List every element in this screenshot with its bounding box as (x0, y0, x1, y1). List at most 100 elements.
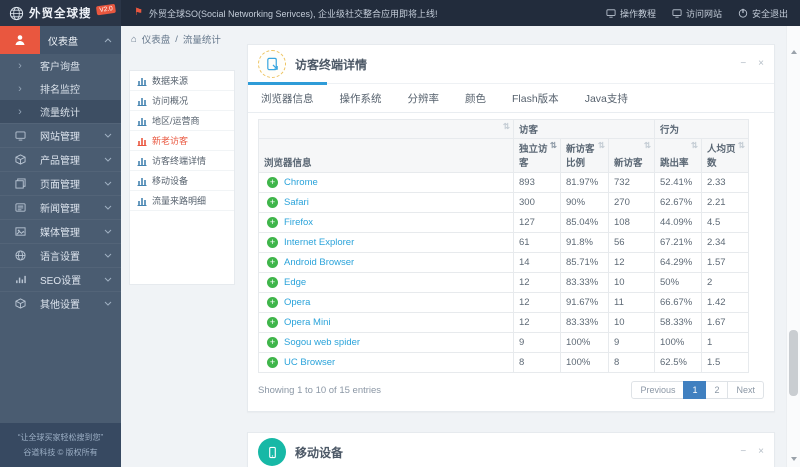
sidebar-item-product-mgmt[interactable]: 产品管理 (0, 147, 121, 171)
sidebar-item-other-settings[interactable]: 其他设置 (0, 291, 121, 315)
tab-browser-info[interactable]: 浏览器信息 (248, 82, 327, 112)
user-icon (15, 35, 25, 45)
browser-link[interactable]: Firefox (284, 217, 313, 228)
globe-logo-icon (9, 6, 24, 20)
sub-arrow-icon: › (18, 82, 22, 95)
report-menu-item-visit-overview[interactable]: 访问概况 (130, 91, 234, 111)
cell-unique-visitors: 8 (513, 352, 561, 373)
scrollbar-thumb[interactable] (789, 330, 798, 396)
report-menu-item-visitor-terminal[interactable]: 访客终端详情 (130, 151, 234, 171)
cell-new-visitor-ratio: 90% (560, 192, 609, 213)
expand-plus-icon[interactable]: + (267, 317, 278, 328)
column-header-new-visitors[interactable]: ⇅ 新访客 (607, 138, 656, 173)
expand-plus-icon[interactable]: + (267, 257, 278, 268)
group-header-row: ⇅ 访客 行为 (258, 119, 750, 139)
column-header-pages-per-visit[interactable]: ⇅ 人均页数 (701, 138, 750, 173)
cell-pages-per-visit: 2.34 (701, 232, 750, 253)
chevron-down-icon (104, 277, 112, 282)
pagination-next[interactable]: Next (727, 381, 764, 399)
cube-icon (14, 298, 26, 309)
bar-chart-icon (137, 177, 147, 186)
expand-plus-icon[interactable]: + (267, 197, 278, 208)
report-menu-item-mobile-devices[interactable]: 移动设备 (130, 171, 234, 191)
scroll-down-arrow-icon[interactable] (791, 457, 797, 461)
expand-plus-icon[interactable]: + (267, 357, 278, 368)
minimize-icon[interactable]: − (740, 59, 746, 69)
tab-java-support[interactable]: Java支持 (572, 84, 641, 112)
sidebar-item-news-mgmt[interactable]: 新闻管理 (0, 195, 121, 219)
browser-cell: + Sogou web spider (258, 332, 514, 353)
tab-resolution[interactable]: 分辨率 (395, 84, 453, 112)
browser-link[interactable]: Edge (284, 277, 306, 288)
topbar-action-tutorial[interactable]: 操作教程 (606, 7, 656, 20)
expand-plus-icon[interactable]: + (267, 237, 278, 248)
column-header-new-visitor-ratio[interactable]: ⇅ 新访客比例 (560, 138, 609, 173)
app-logo[interactable]: 外贸全球搜 V2.0 (0, 0, 121, 26)
scroll-up-arrow-icon[interactable] (791, 50, 797, 54)
browser-link[interactable]: Internet Explorer (284, 237, 354, 248)
sidebar-item-website-mgmt[interactable]: 网站管理 (0, 123, 121, 147)
cell-unique-visitors: 127 (513, 212, 561, 233)
pagination-page-1[interactable]: 1 (683, 381, 707, 399)
cell-unique-visitors: 300 (513, 192, 561, 213)
chevron-down-icon (104, 253, 112, 258)
breadcrumb-home[interactable]: 仪表盘 (142, 32, 171, 46)
sidebar-item-dashboard[interactable]: 仪表盘 (0, 26, 121, 54)
browser-link[interactable]: UC Browser (284, 357, 335, 368)
close-icon[interactable]: × (758, 59, 764, 69)
column-header-unique-visitors[interactable]: ⇅ 独立访客 (513, 138, 561, 173)
topbar-action-visit-site[interactable]: 访问网站 (672, 7, 722, 20)
pagination-page-2[interactable]: 2 (705, 381, 729, 399)
browser-link[interactable]: Opera (284, 297, 310, 308)
topbar-action-logout[interactable]: 安全退出 (738, 7, 788, 20)
pagination: Previous 1 2 Next (631, 381, 764, 399)
report-menu-item-traffic-source[interactable]: 流量来路明细 (130, 191, 234, 211)
sidebar-item-page-mgmt[interactable]: 页面管理 (0, 171, 121, 195)
sort-icon[interactable]: ⇅ (644, 141, 651, 150)
sort-icon[interactable]: ⇅ (738, 141, 745, 150)
column-header-browser-info[interactable]: 浏览器信息 (258, 138, 514, 173)
cell-pages-per-visit: 1.42 (701, 292, 750, 313)
cell-pages-per-visit: 1.67 (701, 312, 750, 333)
pagination-previous[interactable]: Previous (631, 381, 685, 399)
report-menu-item-new-old-visitors[interactable]: 新老访客 (130, 131, 234, 151)
tab-flash-version[interactable]: Flash版本 (499, 84, 572, 112)
browser-link[interactable]: Opera Mini (284, 317, 330, 328)
close-icon[interactable]: × (758, 447, 764, 457)
sidebar-item-media-mgmt[interactable]: 媒体管理 (0, 219, 121, 243)
app-window: 外贸全球搜 V2.0 ⚑ 外贸全球SO(Social Networking Se… (0, 0, 800, 467)
sidebar-item-seo-settings[interactable]: SEO设置 (0, 267, 121, 291)
browser-link[interactable]: Chrome (284, 177, 318, 188)
browser-link[interactable]: Safari (284, 197, 309, 208)
browser-cell: + Opera (258, 292, 514, 313)
vertical-scrollbar[interactable] (786, 26, 800, 467)
globe-icon (14, 250, 26, 261)
sort-icon[interactable]: ⇅ (691, 141, 698, 150)
cell-unique-visitors: 61 (513, 232, 561, 253)
expand-plus-icon[interactable]: + (267, 177, 278, 188)
sort-icon[interactable]: ⇅ (598, 141, 605, 150)
tab-color[interactable]: 颜色 (452, 84, 499, 112)
sub-arrow-icon: › (18, 105, 22, 118)
browser-link[interactable]: Android Browser (284, 257, 354, 268)
expand-plus-icon[interactable]: + (267, 337, 278, 348)
report-menu-item-region-operator[interactable]: 地区/运营商 (130, 111, 234, 131)
sidebar-item-language-settings[interactable]: 语言设置 (0, 243, 121, 267)
report-menu-item-data-source[interactable]: 数据来源 (130, 71, 234, 91)
browser-link[interactable]: Sogou web spider (284, 337, 360, 348)
sort-icon[interactable]: ⇅ (503, 122, 510, 131)
sidebar-item-ranking-monitor[interactable]: › 排名监控 (0, 77, 121, 100)
minimize-icon[interactable]: − (740, 447, 746, 457)
column-header-bounce-rate[interactable]: ⇅ 跳出率 (654, 138, 703, 173)
column-header-row: 浏览器信息 ⇅ 独立访客 ⇅ 新访客比例 ⇅ 新访客 ⇅ 跳出率 ⇅ 人均页数 (258, 138, 750, 173)
expand-plus-icon[interactable]: + (267, 217, 278, 228)
expand-plus-icon[interactable]: + (267, 277, 278, 288)
tab-operating-system[interactable]: 操作系统 (327, 84, 395, 112)
sidebar-item-customer-inquiry[interactable]: › 客户询盘 (0, 54, 121, 77)
sort-icon[interactable]: ⇅ (550, 141, 557, 150)
table-row: + Chrome 893 81.97% 732 52.41% 2.33 (258, 172, 750, 193)
sidebar-item-traffic-stats[interactable]: › 流量统计 (0, 100, 121, 123)
browser-cell: + Edge (258, 272, 514, 293)
expand-plus-icon[interactable]: + (267, 297, 278, 308)
cell-pages-per-visit: 2.21 (701, 192, 750, 213)
